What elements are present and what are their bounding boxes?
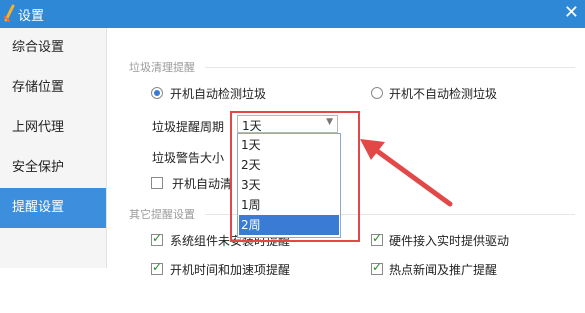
sidebar-item-security[interactable]: 安全保护 [0, 148, 106, 188]
no-auto-detect-label: 开机不自动检测垃圾 [389, 87, 498, 101]
sidebar-item-storage[interactable]: 存储位置 [0, 68, 106, 108]
close-icon[interactable]: ✕ [564, 2, 579, 24]
section-divider [205, 67, 575, 68]
component-reminder-checkbox[interactable] [151, 231, 163, 246]
size-label: 垃圾警告大小 [152, 151, 225, 165]
sidebar-item-general[interactable]: 综合设置 [0, 28, 106, 68]
news-reminder-checkbox[interactable] [371, 260, 383, 275]
startup-clean-label: 开机自动清 [172, 177, 233, 191]
garbage-section-title: 垃圾清理提醒 [129, 61, 195, 74]
sidebar-item-reminders[interactable]: 提醒设置 [0, 188, 106, 228]
driver-reminder-label: 硬件接入实时提供驱动 [389, 234, 510, 248]
news-reminder-label: 热点新闻及推广提醒 [389, 263, 498, 277]
auto-detect-radio[interactable] [151, 87, 163, 99]
title-bar: 设置 ✕ [0, 0, 585, 28]
auto-detect-label: 开机自动检测垃圾 [170, 87, 267, 101]
boot-time-reminder-label: 开机时间和加速项提醒 [170, 263, 291, 277]
annotation-highlight-box [230, 111, 360, 242]
sidebar-item-proxy[interactable]: 上网代理 [0, 108, 106, 148]
annotation-arrow-icon [360, 139, 453, 207]
no-auto-detect-radio[interactable] [371, 87, 383, 99]
startup-clean-checkbox[interactable] [151, 177, 163, 189]
other-section-title: 其它提醒设置 [129, 208, 195, 221]
boot-time-reminder-checkbox[interactable] [151, 260, 163, 275]
settings-sidebar: 综合设置 存储位置 上网代理 安全保护 提醒设置 [0, 28, 107, 268]
driver-reminder-checkbox[interactable] [371, 231, 383, 246]
period-label: 垃圾提醒周期 [152, 120, 225, 134]
app-logo-icon [4, 4, 15, 22]
window-title: 设置 [18, 9, 45, 24]
